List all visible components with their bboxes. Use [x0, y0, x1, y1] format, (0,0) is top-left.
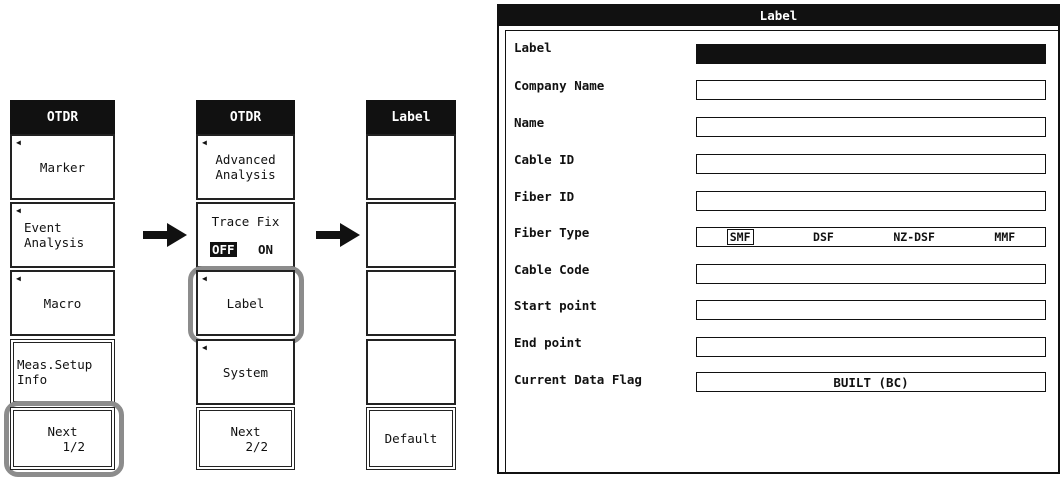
- cable-id-input[interactable]: [696, 154, 1046, 174]
- dialog-title-bar: Label: [497, 4, 1060, 26]
- softkey-label: Meas.Setup Info: [17, 357, 93, 387]
- fiber-type-option-dsf[interactable]: DSF: [813, 230, 834, 244]
- menu2-header-label: OTDR: [229, 109, 262, 125]
- softkey-label: [368, 136, 454, 198]
- field-label-company-name: Company Name: [514, 78, 605, 93]
- softkey-next-1-2[interactable]: Next 1/2: [10, 407, 115, 470]
- softkey-label-text: Label: [226, 295, 265, 311]
- softkey-label[interactable]: ◀ Label: [196, 270, 295, 336]
- softkey-label: Macro: [43, 295, 82, 311]
- right-arrow-icon: [143, 223, 187, 247]
- off-label: OFF: [210, 242, 237, 257]
- name-input[interactable]: [696, 117, 1046, 137]
- menu3-header: Label: [366, 100, 456, 134]
- fiber-type-selector[interactable]: SMF DSF NZ-DSF MMF: [696, 227, 1046, 247]
- menu2-header: OTDR: [196, 100, 295, 134]
- softkey-macro[interactable]: ◀ Macro: [10, 270, 115, 336]
- current-data-flag-value: BUILT (BC): [833, 374, 909, 390]
- softkey-marker[interactable]: ◀ Marker: [10, 134, 115, 200]
- softkey-label: Advanced Analysis: [215, 152, 276, 182]
- fiber-id-input[interactable]: [696, 191, 1046, 211]
- dialog-title: Label: [759, 7, 798, 23]
- field-label-current-data-flag: Current Data Flag: [514, 372, 642, 387]
- softkey-next-2-2[interactable]: Next 2/2: [196, 407, 295, 470]
- label-input[interactable]: [696, 44, 1046, 64]
- field-label-fiber-type: Fiber Type: [514, 225, 590, 240]
- softkey-label: [368, 204, 454, 266]
- softkey-label: [368, 341, 454, 403]
- softkey-label: Marker: [39, 159, 86, 175]
- field-label-end-point: End point: [514, 335, 582, 350]
- softkey-blank-3[interactable]: [366, 270, 456, 336]
- softkey-label: Trace Fix: [211, 214, 280, 229]
- softkey-event-analysis[interactable]: ◀ Event Analysis: [10, 202, 115, 268]
- trace-fix-off[interactable]: OFF: [210, 242, 237, 257]
- softkey-label: Next 1/2: [47, 423, 86, 454]
- softkey-label: System: [222, 364, 269, 380]
- softkey-meas-setup-info[interactable]: Meas.Setup Info: [10, 339, 115, 405]
- softkey-label: Event Analysis: [24, 220, 85, 250]
- field-label-start-point: Start point: [514, 298, 597, 313]
- company-name-input[interactable]: [696, 80, 1046, 100]
- current-data-flag-field[interactable]: BUILT (BC): [696, 372, 1046, 392]
- softkey-label: Next 2/2: [230, 423, 269, 454]
- start-point-input[interactable]: [696, 300, 1046, 320]
- menu1-header-label: OTDR: [46, 109, 79, 125]
- softkey-label: Default: [384, 431, 438, 446]
- softkey-default[interactable]: Default: [366, 407, 456, 470]
- softkey-advanced-analysis[interactable]: ◀ Advanced Analysis: [196, 134, 295, 200]
- softkey-label: [368, 272, 454, 334]
- field-label-fiber-id: Fiber ID: [514, 189, 575, 204]
- end-point-input[interactable]: [696, 337, 1046, 357]
- field-label-label: Label: [514, 40, 552, 55]
- field-label-cable-id: Cable ID: [514, 152, 575, 167]
- softkey-blank-2[interactable]: [366, 202, 456, 268]
- softkey-trace-fix[interactable]: Trace Fix OFF ON: [196, 202, 295, 268]
- trace-fix-on[interactable]: ON: [258, 242, 273, 257]
- field-label-name: Name: [514, 115, 545, 130]
- softkey-blank-4[interactable]: [366, 339, 456, 405]
- softkey-blank-1[interactable]: [366, 134, 456, 200]
- cable-code-input[interactable]: [696, 264, 1046, 284]
- menu1-header: OTDR: [10, 100, 115, 134]
- right-arrow-icon: [316, 223, 360, 247]
- fiber-type-option-smf[interactable]: SMF: [726, 229, 754, 245]
- menu3-header-label: Label: [391, 109, 431, 125]
- softkey-system[interactable]: ◀ System: [196, 339, 295, 405]
- fiber-type-option-nz-dsf[interactable]: NZ-DSF: [893, 230, 935, 244]
- fiber-type-option-mmf[interactable]: MMF: [994, 230, 1015, 244]
- field-label-cable-code: Cable Code: [514, 262, 590, 277]
